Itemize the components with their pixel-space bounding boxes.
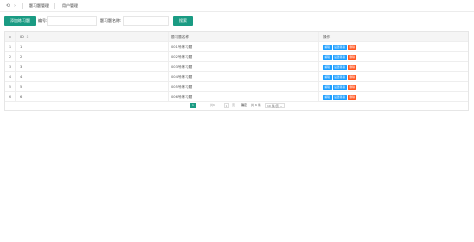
id-label: 编号: (38, 18, 48, 23)
row-actions: 编辑 设置答案 删除 (318, 72, 468, 82)
row-number: 1 (5, 42, 16, 52)
nav-link-users[interactable]: 用户管理 (62, 4, 78, 8)
edit-button[interactable]: 编辑 (323, 74, 332, 80)
add-exercise-button[interactable]: 添加练习题 (4, 16, 36, 26)
total-count: 共 6 条 (251, 103, 261, 107)
table-row: 5 5 005号练习题 编辑 设置答案 删除 (5, 82, 468, 92)
row-id: 5 (20, 85, 23, 89)
top-nav: ⟲ › 题习题管理 用户管理 (0, 0, 474, 12)
row-number: 5 (5, 82, 16, 92)
header-id[interactable]: ID ↕ (18, 32, 168, 42)
delete-button[interactable]: 删除 (347, 44, 357, 50)
row-id: 4 (20, 75, 23, 79)
set-answer-button[interactable]: 设置答案 (332, 94, 347, 100)
chevron-icon[interactable]: › (12, 3, 18, 9)
nav-link-exercises[interactable]: 题习题管理 (29, 4, 49, 8)
data-table: ▫ ID ↕ 题习题名称 操作 1 1 001号练习题 编辑 设置答案 删除 2 2 002号练习… (4, 31, 469, 111)
id-input[interactable] (47, 16, 97, 26)
delete-button[interactable]: 删除 (347, 84, 357, 90)
row-number: 3 (5, 62, 16, 72)
row-number: 4 (5, 72, 16, 82)
refresh-icon[interactable]: ⟲ (5, 3, 11, 9)
table-row: 4 4 004号练习题 编辑 设置答案 删除 (5, 72, 468, 82)
edit-button[interactable]: 编辑 (323, 54, 332, 60)
row-id: 1 (20, 45, 23, 49)
delete-button[interactable]: 删除 (347, 94, 357, 100)
sort-icon[interactable]: ↕ (26, 35, 29, 39)
row-actions: 编辑 设置答案 删除 (318, 42, 468, 52)
row-actions: 编辑 设置答案 删除 (318, 82, 468, 92)
edit-button[interactable]: 编辑 (323, 44, 332, 50)
edit-button[interactable]: 编辑 (323, 84, 332, 90)
row-name: 002号练习题 (168, 52, 318, 62)
table-header: ▫ ID ↕ 题习题名称 操作 (5, 32, 468, 42)
header-op: 操作 (318, 32, 468, 42)
row-actions: 编辑 设置答案 删除 (318, 52, 468, 62)
row-number: 2 (5, 52, 16, 62)
set-answer-button[interactable]: 设置答案 (332, 44, 347, 50)
page-current[interactable]: 1 (190, 103, 196, 108)
row-id: 2 (20, 55, 23, 59)
delete-button[interactable]: 删除 (347, 64, 357, 70)
pagination: 1 共6 1 页 确定 共 6 条 10 条/页 ⌄ (0, 101, 463, 110)
table-row: 3 3 003号练习题 编辑 设置答案 删除 (5, 62, 468, 72)
row-name: 001号练习题 (168, 42, 318, 52)
delete-button[interactable]: 删除 (347, 54, 357, 60)
row-name: 005号练习题 (168, 82, 318, 92)
page-count: 共6 (210, 103, 215, 107)
search-button[interactable]: 搜索 (173, 16, 193, 26)
row-actions: 编辑 设置答案 删除 (318, 62, 468, 72)
set-answer-button[interactable]: 设置答案 (332, 84, 347, 90)
edit-button[interactable]: 编辑 (323, 64, 332, 70)
row-name: 003号练习题 (168, 62, 318, 72)
set-answer-button[interactable]: 设置答案 (332, 64, 347, 70)
table-row: 2 2 002号练习题 编辑 设置答案 删除 (5, 52, 468, 62)
divider (54, 3, 55, 9)
header-name: 题习题名称 (168, 32, 318, 42)
set-answer-button[interactable]: 设置答案 (332, 54, 347, 60)
table-row: 1 1 001号练习题 编辑 设置答案 删除 (5, 42, 468, 52)
row-id: 3 (20, 65, 23, 69)
delete-button[interactable]: 删除 (347, 74, 357, 80)
row-name: 004号练习题 (168, 72, 318, 82)
name-input[interactable] (123, 16, 169, 26)
name-label: 题习题名称: (100, 18, 122, 23)
divider (22, 3, 23, 9)
page-jump-label: 页 (232, 103, 236, 107)
edit-button[interactable]: 编辑 (323, 94, 332, 100)
page-jump-input[interactable]: 1 (224, 103, 229, 108)
page-jump-ok[interactable]: 确定 (241, 103, 247, 108)
page-size-select[interactable]: 10 条/页 ⌄ (265, 103, 285, 108)
set-answer-button[interactable]: 设置答案 (332, 74, 347, 80)
select-all-checkbox[interactable]: ▫ (5, 32, 16, 42)
